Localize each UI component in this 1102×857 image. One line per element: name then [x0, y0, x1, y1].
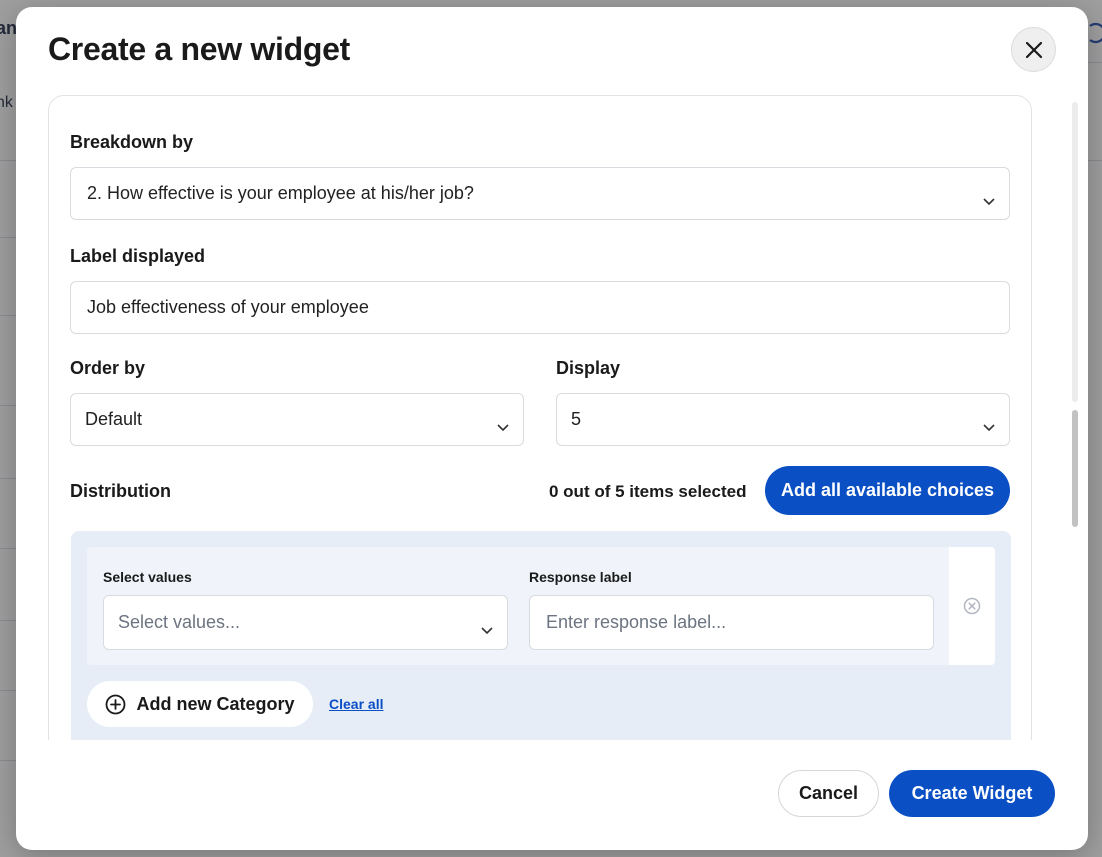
modal-scroll-area[interactable]: Breakdown by 2. How effective is your em… [48, 95, 1032, 740]
remove-row-button[interactable] [949, 547, 995, 665]
chevron-down-icon [983, 416, 995, 431]
scrollbar-track-top [1072, 102, 1078, 402]
create-widget-modal: Create a new widget Breakdown by 2. How … [16, 7, 1088, 850]
items-selected-count: 0 out of 5 items selected [549, 482, 747, 501]
modal-title: Create a new widget [48, 31, 350, 67]
select-values-placeholder: Select values... [118, 612, 241, 632]
order-by-label: Order by [70, 358, 146, 378]
chevron-down-icon [481, 619, 493, 634]
response-label-input[interactable]: Enter response label... [529, 595, 934, 650]
select-values-label: Select values [103, 569, 192, 585]
display-value: 5 [571, 409, 582, 429]
close-button[interactable] [1011, 27, 1056, 72]
clear-all-link[interactable]: Clear all [329, 696, 383, 712]
display-label: Display [556, 358, 621, 378]
close-icon [1024, 40, 1044, 60]
distribution-label: Distribution [70, 481, 171, 501]
plus-circle-icon [105, 694, 126, 715]
cancel-button[interactable]: Cancel [778, 770, 879, 817]
chevron-down-icon [497, 416, 509, 431]
label-displayed-label: Label displayed [70, 246, 206, 266]
order-by-select[interactable]: Default [70, 393, 524, 446]
label-displayed-value: Job effectiveness of your employee [87, 297, 369, 317]
add-all-choices-button[interactable]: Add all available choices [765, 466, 1010, 515]
breakdown-label: Breakdown by [70, 132, 194, 152]
order-by-value: Default [85, 409, 143, 429]
response-label-placeholder: Enter response label... [546, 612, 727, 632]
widget-config-card: Breakdown by 2. How effective is your em… [48, 95, 1032, 740]
distribution-panel: Select values Select values... Response … [71, 531, 1011, 740]
display-select[interactable]: 5 [556, 393, 1010, 446]
response-label-label: Response label [529, 569, 632, 585]
chevron-down-icon [983, 190, 995, 205]
scrollbar-thumb[interactable] [1072, 410, 1078, 527]
breakdown-select[interactable]: 2. How effective is your employee at his… [70, 167, 1010, 220]
select-values-dropdown[interactable]: Select values... [103, 595, 508, 650]
add-category-button[interactable]: Add new Category [87, 681, 313, 727]
create-widget-button[interactable]: Create Widget [889, 770, 1055, 817]
breakdown-select-value: 2. How effective is your employee at his… [87, 183, 474, 203]
distribution-row: Select values Select values... Response … [87, 547, 995, 665]
remove-circle-x-icon [963, 597, 981, 615]
add-category-label: Add new Category [136, 693, 295, 714]
label-displayed-input[interactable]: Job effectiveness of your employee [70, 281, 1010, 334]
